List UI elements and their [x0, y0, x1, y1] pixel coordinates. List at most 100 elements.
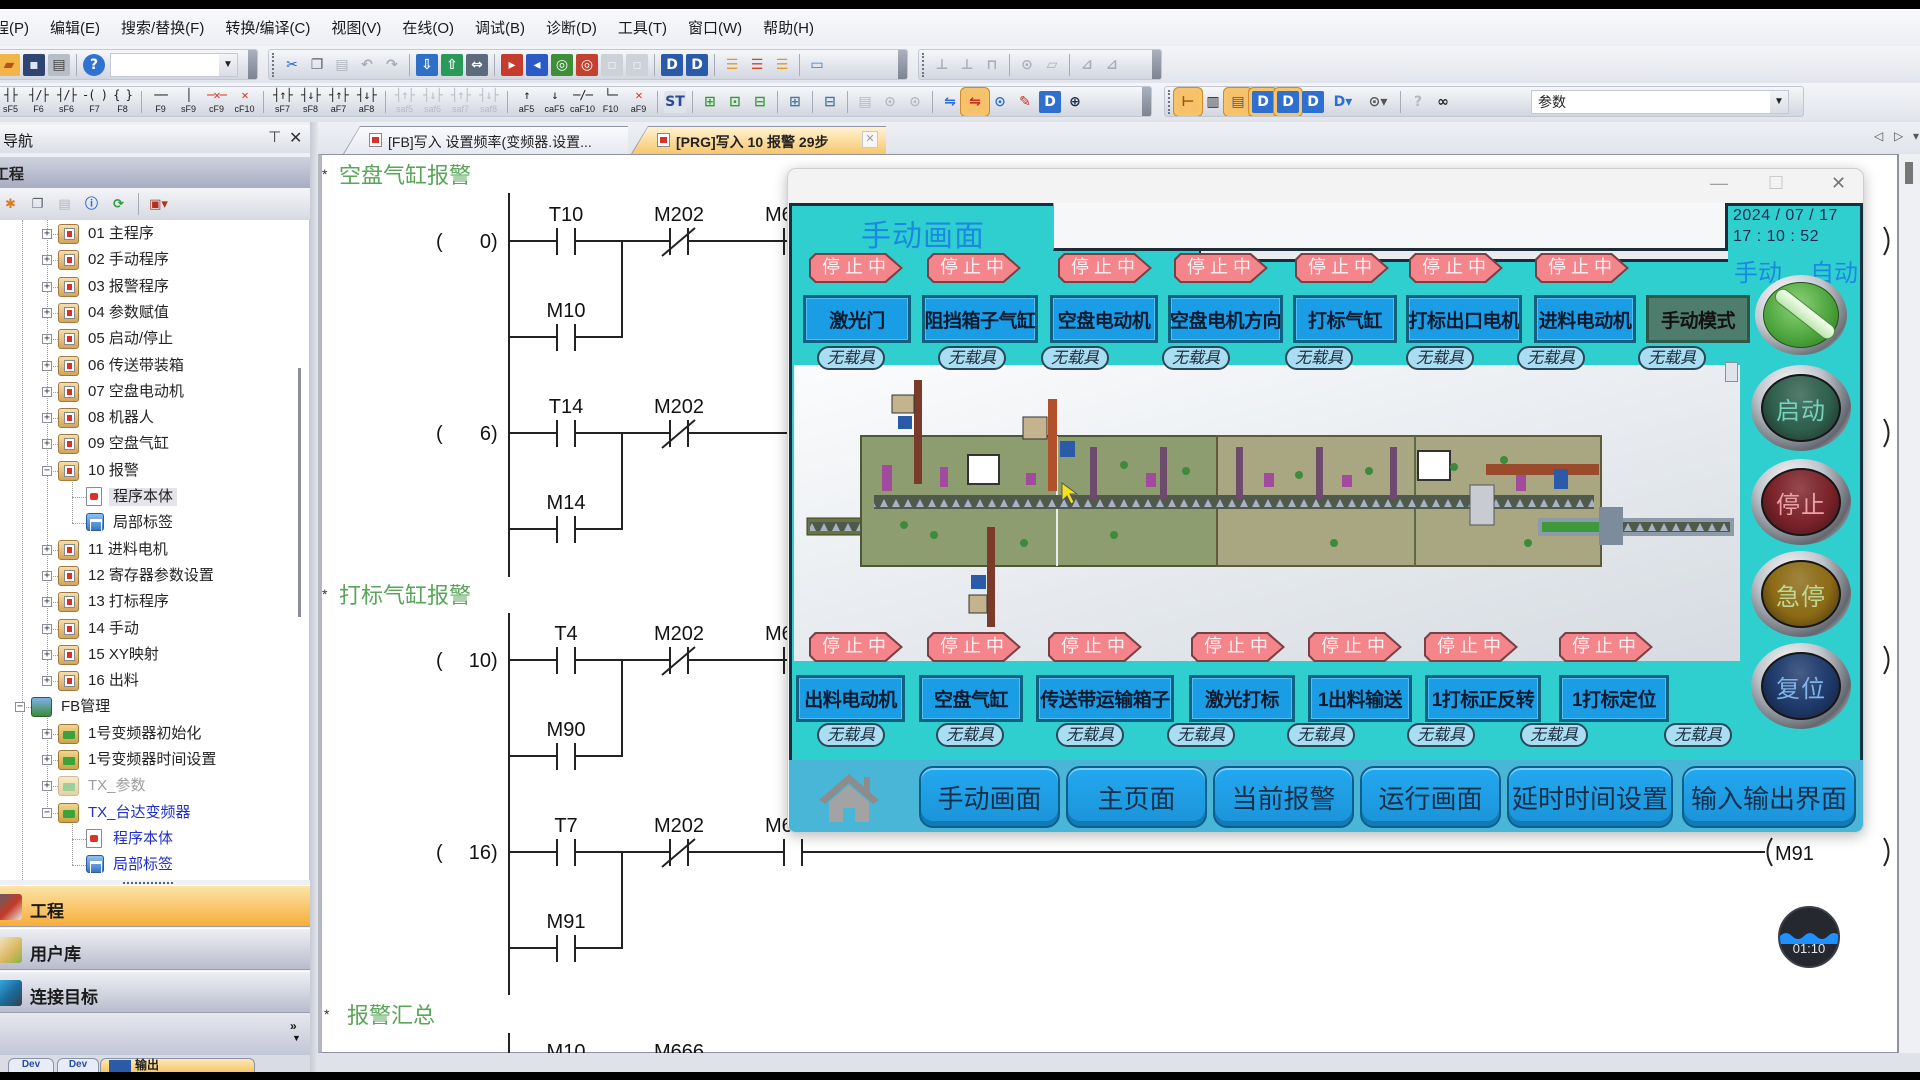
toolbar-overflow-button[interactable] — [1152, 50, 1161, 79]
branch-no-contact-symbol[interactable] — [556, 516, 576, 543]
save-icon[interactable]: ▪ — [23, 53, 45, 76]
dev-dropdown-icon[interactable]: D▾ — [1327, 91, 1359, 113]
marking-reverse-1-button[interactable]: 1打标正反转 — [1425, 675, 1541, 722]
maximize-icon[interactable]: ☐ — [1768, 173, 1784, 194]
next-contact-symbol[interactable] — [783, 839, 803, 866]
zoom-disabled-icon[interactable]: ⊙ — [879, 91, 901, 113]
tree-item[interactable]: 程序本体 — [0, 485, 296, 509]
ladder-falling-pulse-nc-parallel-button[interactable]: ┤↓├ saf8 — [476, 87, 501, 116]
ladder-rising-pulse-parallel-button[interactable]: ┤↑├ aF7 — [326, 87, 351, 116]
tree-item[interactable]: 程序本体 — [0, 827, 296, 851]
tab-prg-write-alarm[interactable]: [PRG]写入 10 报警 29步 ✕ — [631, 126, 886, 154]
expand-icon[interactable]: + — [42, 570, 52, 581]
undo-icon[interactable]: ↶ — [356, 54, 378, 76]
ladder-rising-pulse-button[interactable]: ┤↑├ sF7 — [270, 87, 295, 116]
device-tab-icon[interactable]: Dev — [57, 1058, 99, 1072]
copy-icon[interactable]: ❐ — [27, 194, 48, 215]
feed-motor-button[interactable]: 进料电动机 — [1534, 295, 1636, 343]
help-icon[interactable]: ? — [83, 53, 105, 76]
chevron-double-right-icon[interactable]: » — [290, 1019, 297, 1033]
ladder-falling-pulse-button[interactable]: ┤↓├ sF8 — [298, 87, 323, 116]
simulation-start-icon[interactable]: D — [661, 53, 683, 76]
tree-item[interactable]: +07 空盘电动机 — [0, 380, 296, 404]
scrollbar-thumb[interactable] — [1905, 162, 1913, 184]
read-from-plc-icon[interactable]: ⇩ — [416, 53, 438, 76]
start-button[interactable]: 启动 — [1751, 365, 1851, 451]
rise-edge-icon[interactable]: ⊿ — [1076, 54, 1098, 76]
branch-no-contact-symbol[interactable] — [556, 935, 576, 962]
laser-door-button[interactable]: 激光门 — [803, 295, 911, 343]
no-contact-symbol[interactable] — [556, 420, 576, 447]
tree-item[interactable]: +03 报警程序 — [0, 275, 296, 299]
monitor-disabled-icon[interactable]: ▫ — [601, 53, 623, 76]
ladder-rising-pulse-nc-button[interactable]: ┤↑├ saf5 — [392, 87, 417, 116]
ladder-delete-vertical-line-button[interactable]: ✕ cF10 — [232, 87, 257, 116]
device-tab-icon[interactable]: Dev — [8, 1058, 54, 1072]
ladder-connect-active-icon[interactable]: ⇋ — [964, 90, 986, 113]
menu-edit[interactable]: 编辑(E) — [50, 17, 100, 38]
line-insert-icon[interactable]: ⊥ — [931, 54, 953, 76]
device-edit-icon[interactable]: ✎ — [1014, 91, 1036, 113]
module-config-icon[interactable]: ▥ — [1202, 91, 1224, 113]
ladder-connect-icon[interactable]: ⇋ — [939, 91, 961, 113]
monitor-watch-icon[interactable]: ◎ — [576, 53, 598, 76]
marking-cylinder-button[interactable]: 打标气缸 — [1293, 295, 1397, 343]
expand-icon[interactable]: + — [42, 755, 52, 765]
empty-tray-cylinder-button[interactable]: 空盘气缸 — [919, 675, 1023, 722]
find-device-icon[interactable]: ▱ — [1041, 54, 1063, 76]
tree-item[interactable]: +16 出料 — [0, 669, 296, 693]
menu-convert-compile[interactable]: 转换/编译(C) — [225, 17, 310, 38]
laser-marking-button[interactable]: 激光打标 — [1189, 675, 1295, 722]
search-combo[interactable]: 参数 ▼ — [1531, 89, 1789, 114]
ladder-function-button[interactable]: { } F8 — [110, 87, 135, 116]
chevron-down-icon[interactable]: ▼ — [1770, 90, 1788, 113]
zoom-disabled-icon[interactable]: ⊙ — [904, 91, 926, 113]
simulation-stop-icon[interactable]: D — [686, 53, 708, 76]
tree-item[interactable]: − FB管理 — [0, 695, 296, 719]
tree-item[interactable]: +05 启动/停止 — [0, 327, 296, 351]
tree-item[interactable]: +04 参数赋值 — [0, 301, 296, 325]
tree-item[interactable]: +08 机器人 — [0, 406, 296, 430]
ladder-rising-pulse-nc-parallel-button[interactable]: ┤↑├ saf7 — [448, 87, 473, 116]
tree-item[interactable]: +11 进料电机 — [0, 538, 296, 562]
monitor-stop-icon[interactable]: ◂ — [526, 53, 548, 76]
toolbar-combo[interactable]: ▼ — [110, 52, 238, 77]
menu-help[interactable]: 帮助(H) — [763, 17, 814, 38]
tab-scroll-right-icon[interactable]: ▷ — [1894, 129, 1903, 143]
monitor-disabled-icon[interactable]: ▫ — [626, 53, 648, 76]
verify-with-plc-icon[interactable]: ⇔ — [466, 53, 488, 76]
project-tree-icon[interactable]: ⊢ — [1177, 90, 1199, 113]
tree-item[interactable]: 局部标签 — [0, 853, 296, 877]
find-jump-icon[interactable]: ⊙ — [1016, 54, 1038, 76]
outfeed-conveyor-1-button[interactable]: 1出料输送 — [1308, 675, 1412, 722]
dev-monitor-icon[interactable]: D — [1039, 90, 1061, 113]
nav-delay-time-settings-button[interactable]: 延时时间设置 — [1507, 766, 1673, 828]
reset-button[interactable]: 复位 — [1751, 643, 1851, 729]
ladder-nc-contact-parallel-button[interactable]: ┤/├ sF6 — [54, 87, 79, 116]
refresh-icon[interactable]: ⟳ — [108, 194, 129, 215]
toolbar-grip[interactable] — [922, 52, 926, 77]
expand-icon[interactable]: + — [42, 728, 52, 739]
expand-icon[interactable]: + — [42, 439, 52, 450]
tab-fb-write-set-frequency[interactable]: [FB]写入 设置频率(变频器.设置... — [343, 126, 628, 154]
expand-icon[interactable]: + — [42, 334, 52, 345]
ladder-invert-operation-button[interactable]: ─/─ caF10 — [570, 87, 595, 116]
tree-item[interactable]: +02 手动程序 — [0, 248, 296, 272]
manual-auto-selector-switch[interactable] — [1755, 275, 1847, 355]
nav-main-page-button[interactable]: 主页面 — [1066, 766, 1207, 828]
ladder-line-draw-button[interactable]: └─ F10 — [598, 87, 623, 116]
image-tool-icon[interactable] — [1725, 362, 1738, 382]
fb-call-icon[interactable]: ⊟ — [749, 91, 771, 113]
label-list-icon[interactable]: ⊟ — [819, 91, 841, 113]
no-contact-symbol[interactable] — [556, 228, 576, 255]
branch-no-contact-symbol[interactable] — [556, 743, 576, 770]
coil-open-symbol[interactable] — [1766, 837, 1773, 867]
menu-online[interactable]: 在线(O) — [402, 17, 454, 38]
collapse-icon[interactable]: − — [42, 465, 52, 476]
tab-list-dropdown-icon[interactable]: ▾ — [1913, 129, 1919, 143]
collapse-icon[interactable]: − — [15, 702, 25, 713]
ladder-falling-pulse-nc-button[interactable]: ┤↓├ saf6 — [420, 87, 445, 116]
paste-icon[interactable]: ▤ — [54, 194, 75, 215]
tab-scroll-left-icon[interactable]: ◁ — [1874, 129, 1883, 143]
no-contact-symbol[interactable] — [556, 839, 576, 866]
